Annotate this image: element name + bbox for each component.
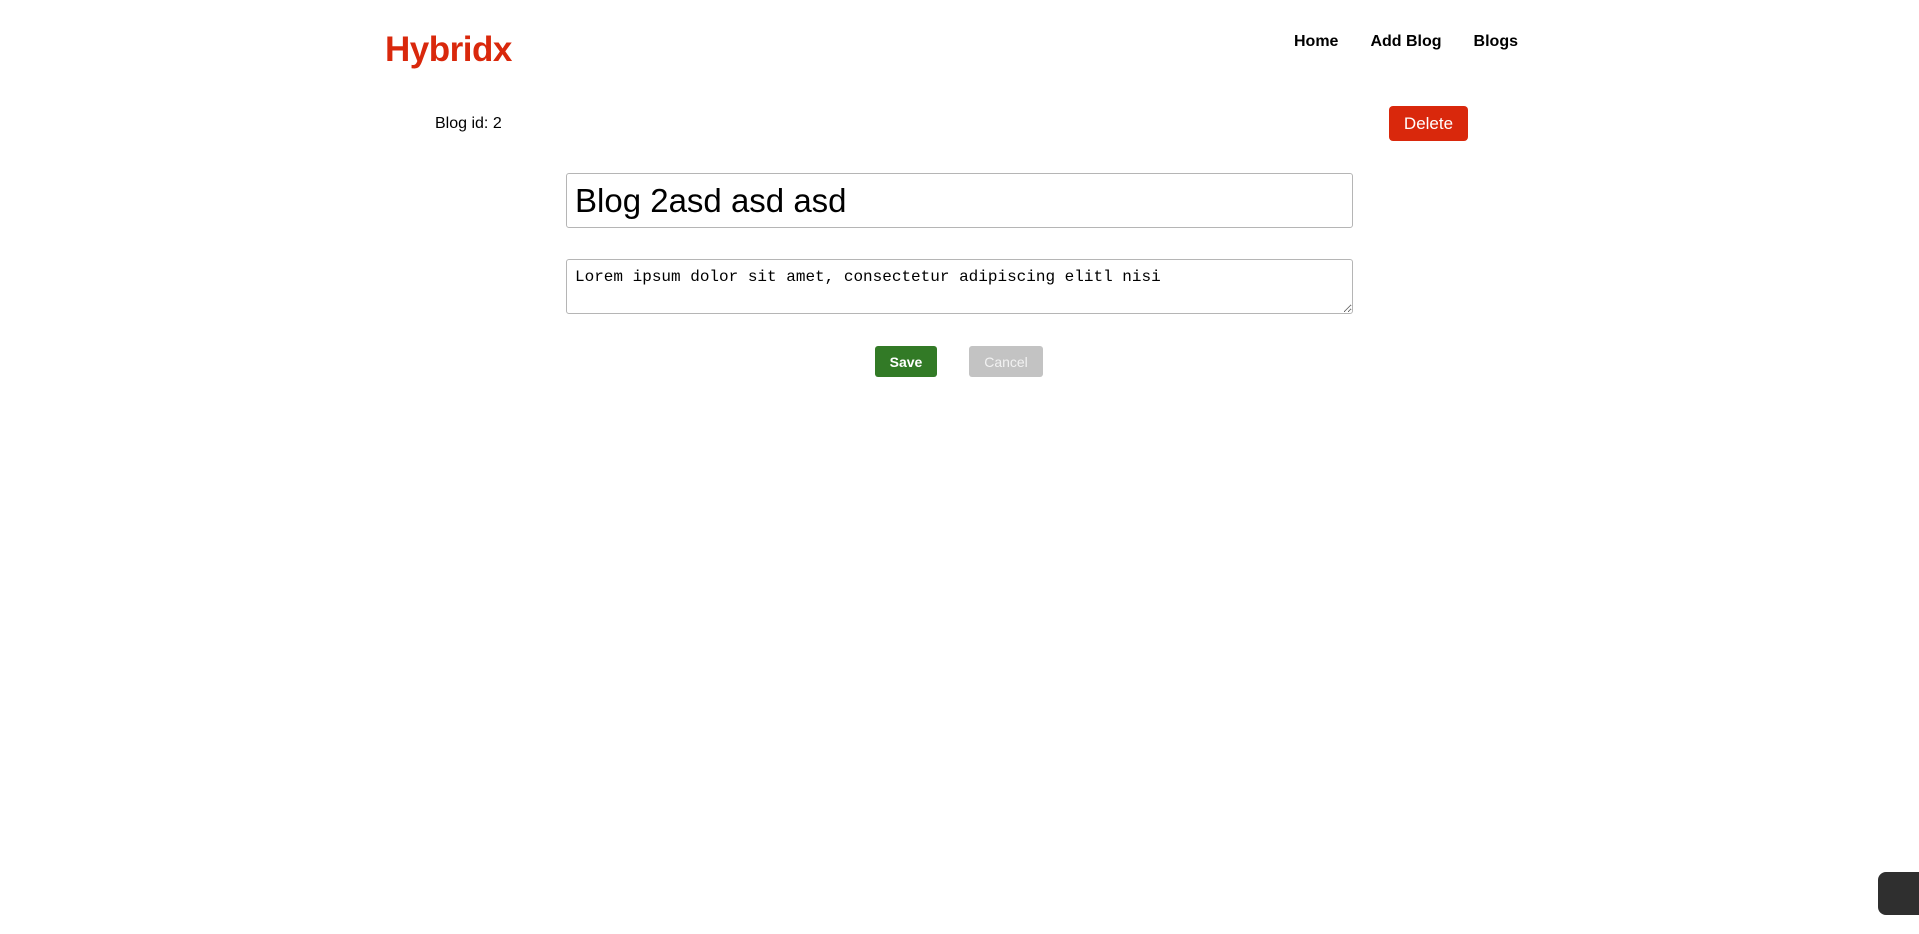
- save-button[interactable]: Save: [875, 346, 937, 377]
- blog-id-label: Blog id: 2: [435, 115, 502, 132]
- nav-blogs[interactable]: Blogs: [1474, 33, 1518, 51]
- body-textarea[interactable]: Lorem ipsum dolor sit amet, consectetur …: [566, 259, 1353, 314]
- main-nav: Home Add Blog Blogs: [1294, 33, 1518, 51]
- nav-add-blog[interactable]: Add Blog: [1370, 33, 1441, 51]
- title-input[interactable]: [566, 173, 1353, 228]
- delete-button[interactable]: Delete: [1389, 106, 1468, 141]
- page: Hybridx Home Add Blog Blogs Blog id: 2 D…: [0, 0, 1919, 934]
- floating-widget-tab[interactable]: [1878, 872, 1919, 915]
- nav-home[interactable]: Home: [1294, 33, 1338, 51]
- cancel-button[interactable]: Cancel: [969, 346, 1043, 377]
- logo[interactable]: Hybridx: [385, 30, 512, 70]
